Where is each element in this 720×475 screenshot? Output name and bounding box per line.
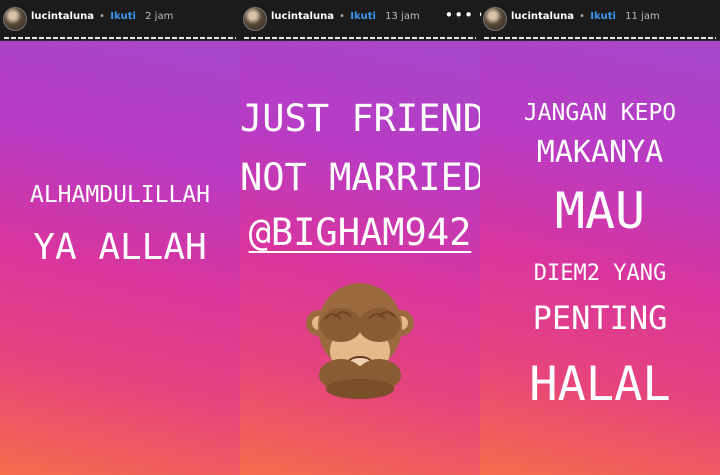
story-progress-bar xyxy=(244,37,476,39)
username[interactable]: lucintaluna xyxy=(31,11,94,22)
story-text-line: PENTING xyxy=(532,299,668,337)
mention-link[interactable]: @BIGHAM942 xyxy=(240,211,480,254)
avatar[interactable] xyxy=(243,7,267,31)
story-text-line: ALHAMDULILLAH xyxy=(29,182,210,208)
username[interactable]: lucintaluna xyxy=(511,11,574,22)
story-header: lucintaluna • Ikuti 13 jam ••• xyxy=(240,0,480,41)
separator-dot: • xyxy=(339,11,346,22)
story-progress-bar xyxy=(484,37,716,39)
timestamp: 13 jam xyxy=(385,11,420,22)
avatar[interactable] xyxy=(3,7,27,31)
follow-button[interactable]: Ikuti xyxy=(350,11,376,22)
story-text-line: NOT MARRIED xyxy=(240,156,480,199)
story-text-line: YA ALLAH xyxy=(33,227,207,268)
story-meta: lucintaluna • Ikuti 2 jam xyxy=(31,11,173,22)
story-content[interactable]: JUST FRIEND NOT MARRIED @BIGHAM942 xyxy=(240,41,480,475)
story-content[interactable]: ALHAMDULILLAH YA ALLAH xyxy=(0,41,240,475)
story-text-line: MAU xyxy=(554,182,646,240)
story-text-line: HALAL xyxy=(529,357,671,412)
story-text-line: JANGAN KEPO xyxy=(523,100,677,126)
story-text-line: MAKANYA xyxy=(536,135,664,170)
story-progress-bar xyxy=(4,37,236,39)
more-options-icon[interactable]: ••• xyxy=(444,8,474,23)
timestamp: 11 jam xyxy=(625,11,660,22)
timestamp: 2 jam xyxy=(145,11,174,22)
story-panel-1[interactable]: lucintaluna • Ikuti 2 jam ALHAMDULILLAH … xyxy=(0,0,240,475)
story-text-line: JUST FRIEND xyxy=(240,97,480,140)
username[interactable]: lucintaluna xyxy=(271,11,334,22)
avatar[interactable] xyxy=(483,7,507,31)
story-content[interactable]: JANGAN KEPO MAKANYA MAU DIEM2 YANG PENTI… xyxy=(480,41,720,475)
follow-button[interactable]: Ikuti xyxy=(110,11,136,22)
separator-dot: • xyxy=(99,11,106,22)
story-text-line: DIEM2 YANG xyxy=(533,261,667,286)
separator-dot: • xyxy=(579,11,586,22)
story-meta: lucintaluna • Ikuti 13 jam xyxy=(271,11,420,22)
see-no-evil-monkey-icon xyxy=(306,283,414,399)
more-options-icon[interactable]: ••• xyxy=(480,8,485,23)
follow-button[interactable]: Ikuti xyxy=(590,11,616,22)
story-header: lucintaluna • Ikuti 11 jam xyxy=(480,0,720,41)
story-panel-3[interactable]: lucintaluna • Ikuti 11 jam JANGAN KEPO M… xyxy=(480,0,720,475)
story-panel-2[interactable]: lucintaluna • Ikuti 13 jam ••• JUST FRIE… xyxy=(240,0,480,475)
story-meta: lucintaluna • Ikuti 11 jam xyxy=(511,11,660,22)
story-header: lucintaluna • Ikuti 2 jam xyxy=(0,0,240,41)
